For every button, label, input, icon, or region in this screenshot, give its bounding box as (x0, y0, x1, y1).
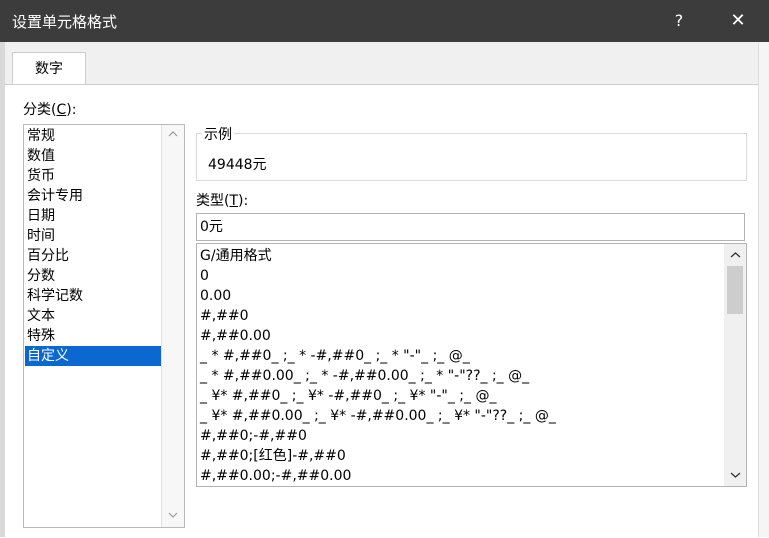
category-item-time[interactable]: 时间 (25, 226, 161, 246)
format-item[interactable]: _ * #,##0_ ;_ * -#,##0_ ;_ * "-"_ ;_ @_ (200, 346, 470, 366)
category-list[interactable]: 常规 数值 货币 会计专用 日期 时间 百分比 分数 科学记数 文本 特殊 自定… (23, 124, 185, 528)
format-item[interactable]: _ ¥* #,##0.00_ ;_ ¥* -#,##0.00_ ;_ ¥* "-… (200, 406, 556, 426)
background-window-strip-right (758, 42, 769, 537)
help-button[interactable]: ? (664, 8, 694, 34)
format-item[interactable]: _ * #,##0.00_ ;_ * -#,##0.00_ ;_ * "-"??… (200, 366, 529, 386)
category-scrollbar[interactable] (161, 125, 184, 527)
dialog-titlebar: 设置单元格格式 ? ✕ (0, 0, 769, 42)
format-item[interactable]: #,##0.00 (200, 326, 271, 346)
format-item[interactable]: #,##0.00;-#,##0.00 (200, 466, 351, 486)
category-item-date[interactable]: 日期 (25, 206, 161, 226)
format-item[interactable]: G/通用格式 (200, 246, 272, 266)
category-item-general[interactable]: 常规 (25, 126, 161, 146)
format-item[interactable]: 0 (200, 266, 209, 286)
category-item-special[interactable]: 特殊 (25, 326, 161, 346)
chevron-down-icon[interactable] (162, 509, 184, 522)
format-item[interactable]: #,##0;-#,##0 (200, 426, 307, 446)
sample-label: 示例 (202, 124, 234, 144)
format-item[interactable]: _ ¥* #,##0_ ;_ ¥* -#,##0_ ;_ ¥* "-"_ ;_ … (200, 386, 496, 406)
format-scrollbar[interactable] (724, 244, 746, 486)
category-item-accounting[interactable]: 会计专用 (25, 186, 161, 206)
category-item-fraction[interactable]: 分数 (25, 266, 161, 286)
category-item-currency[interactable]: 货币 (25, 166, 161, 186)
category-item-text[interactable]: 文本 (25, 306, 161, 326)
format-list[interactable]: G/通用格式 0 0.00 #,##0 #,##0.00 _ * #,##0_ … (196, 243, 747, 487)
scrollbar-thumb[interactable] (727, 266, 743, 314)
sample-value: 49448元 (208, 157, 267, 173)
category-item-percentage[interactable]: 百分比 (25, 246, 161, 266)
category-item-custom[interactable]: 自定义 (25, 346, 161, 366)
chevron-up-icon[interactable] (162, 128, 184, 141)
close-button[interactable]: ✕ (723, 8, 753, 34)
type-input[interactable]: 0元 (196, 213, 745, 241)
tab-number[interactable]: 数字 (12, 52, 86, 86)
sample-group (196, 133, 747, 181)
dialog-title: 设置单元格格式 (12, 13, 118, 31)
category-item-number[interactable]: 数值 (25, 146, 161, 166)
format-item[interactable]: #,##0 (200, 306, 249, 326)
chevron-down-icon[interactable] (724, 468, 746, 482)
chevron-up-icon[interactable] (724, 248, 746, 262)
category-item-scientific[interactable]: 科学记数 (25, 286, 161, 306)
tab-strip (5, 42, 758, 84)
format-item[interactable]: #,##0;[红色]-#,##0 (200, 446, 346, 466)
format-item[interactable]: 0.00 (200, 286, 231, 306)
category-label: 分类(C): (23, 102, 77, 118)
type-label: 类型(T): (196, 193, 249, 209)
